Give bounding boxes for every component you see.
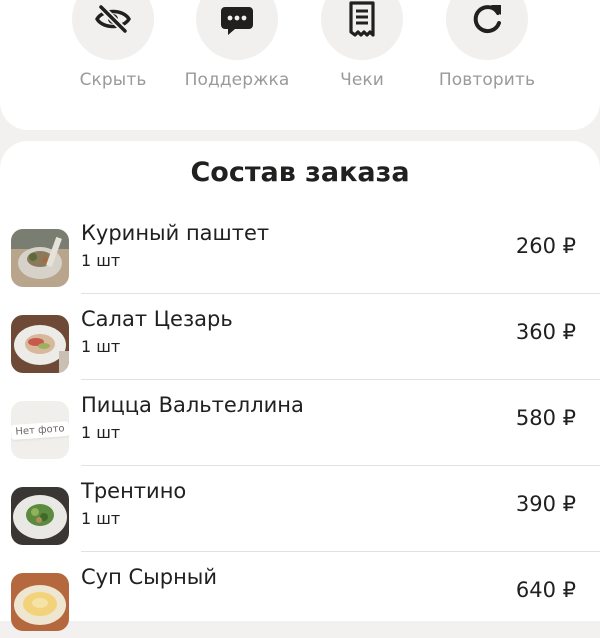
item-name: Трентино [81,479,187,503]
item-name: Куриный паштет [81,221,270,245]
item-quantity: 1 шт [81,423,121,442]
hide-label: Скрыть [79,70,147,90]
item-photo [11,229,69,287]
item-quantity: 1 шт [81,337,121,356]
item-price: 580 ₽ [515,406,576,430]
order-item[interactable]: Трентино 1 шт 390 ₽ [0,466,600,552]
hide-button[interactable]: Скрыть [51,0,175,90]
support-label: Поддержка [184,70,290,90]
repeat-icon-circle [446,0,528,60]
receipts-label: Чеки [340,70,384,90]
order-item[interactable]: Салат Цезарь 1 шт 360 ₽ [0,294,600,380]
item-price: 390 ₽ [515,492,576,516]
order-actions-panel: Скрыть Поддержка Чеки Повторить [0,0,600,130]
item-name: Салат Цезарь [81,307,233,331]
item-quantity: 1 шт [81,509,121,528]
support-icon-circle [196,0,278,60]
repeat-button[interactable]: Повторить [425,0,549,90]
item-photo [11,487,69,545]
order-title: Состав заказа [190,157,410,188]
item-quantity: 1 шт [81,251,121,270]
item-price: 640 ₽ [515,578,576,602]
receipts-button[interactable]: Чеки [300,0,424,90]
eye-off-icon [95,3,131,35]
no-photo-label: Нет фото [11,401,69,459]
repeat-label: Повторить [438,70,536,90]
item-photo-placeholder: Нет фото [11,401,69,459]
item-name: Суп Сырный [81,565,218,589]
receipts-icon-circle [321,0,403,60]
item-photo [11,573,69,631]
item-price: 360 ₽ [515,320,576,344]
order-composition-card: Состав заказа Куриный паштет 1 шт 260 ₽ [0,141,600,631]
item-name: Пицца Вальтеллина [81,393,304,417]
order-item[interactable]: Суп Сырный 640 ₽ [0,552,600,638]
order-item[interactable]: Нет фото Пицца Вальтеллина 1 шт 580 ₽ [0,380,600,466]
hide-icon-circle [72,0,154,60]
item-price: 260 ₽ [515,234,576,258]
support-button[interactable]: Поддержка [175,0,299,90]
order-item[interactable]: Куриный паштет 1 шт 260 ₽ [0,208,600,294]
chat-icon [221,7,253,35]
repeat-icon [473,5,501,34]
item-photo [11,315,69,373]
receipt-icon [349,1,375,37]
